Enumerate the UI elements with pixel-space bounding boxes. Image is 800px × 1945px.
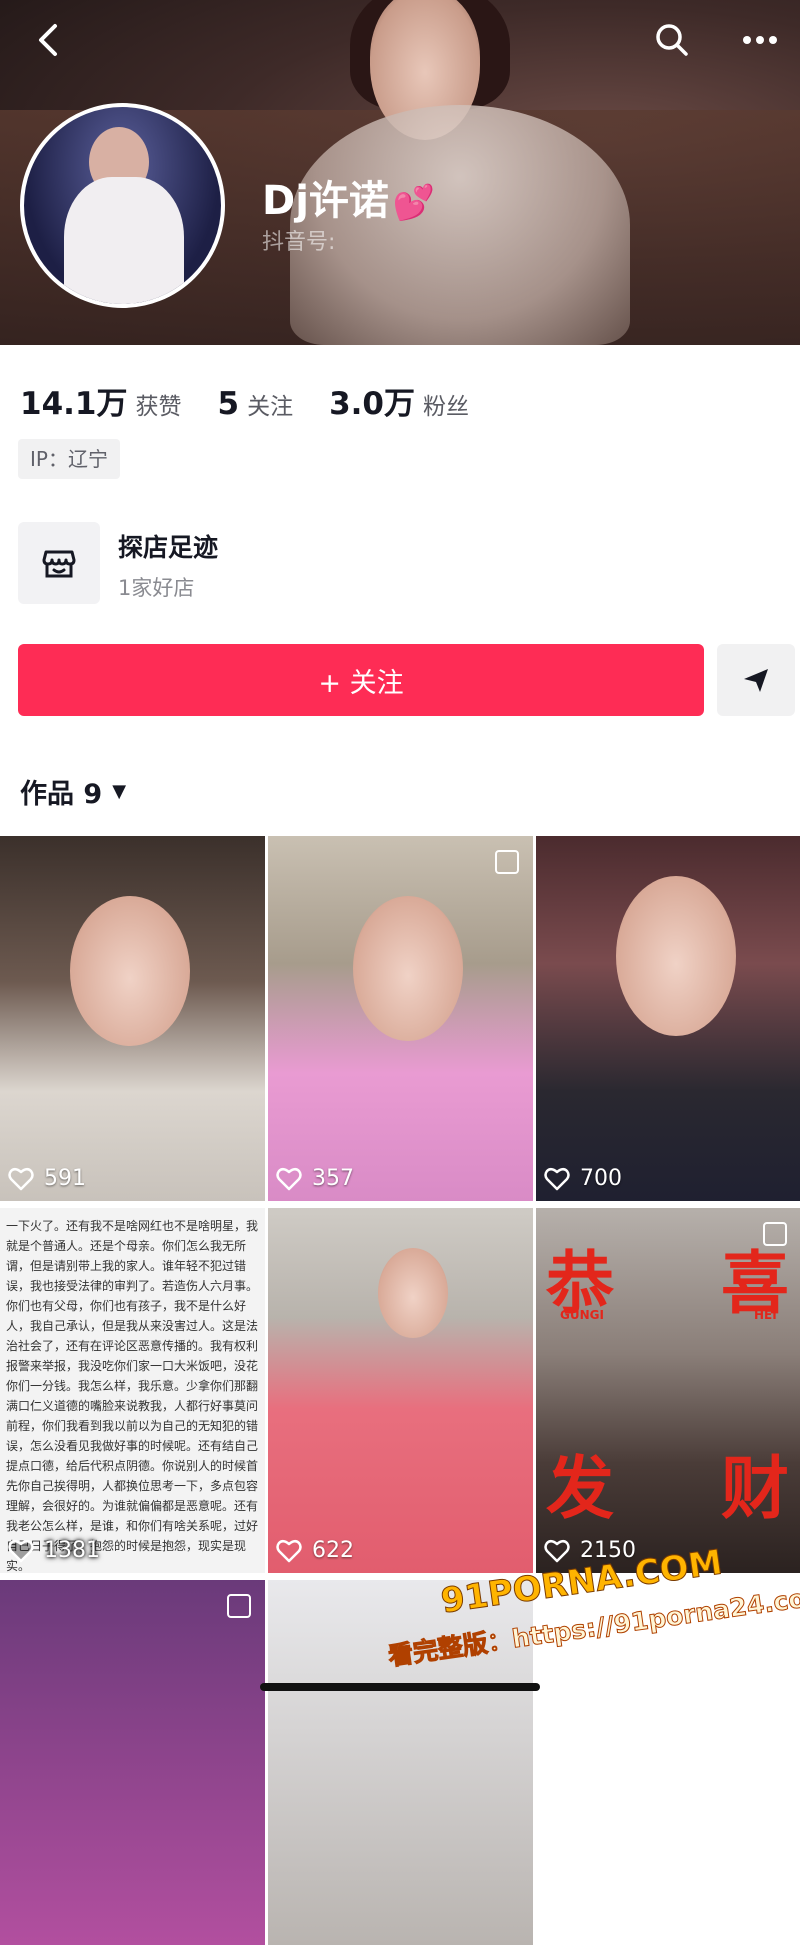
followers-label[interactable]: 粉丝 [423, 387, 469, 421]
work-thumbnail-4[interactable]: 一下火了。还有我不是啥网红也不是啥明星，我就是个普通人。还是个母亲。你们怎么我无… [0, 1208, 265, 1573]
store-icon [18, 522, 100, 604]
following-label[interactable]: 关注 [247, 387, 293, 421]
like-count: 700 [544, 1166, 622, 1191]
festive-char-4: 财 [721, 1449, 790, 1529]
like-count-value: 622 [312, 1538, 354, 1563]
shop-visits-entry[interactable]: 探店足迹 1家好店 [18, 522, 518, 604]
like-count: 1381 [8, 1538, 100, 1563]
like-count-value: 1381 [44, 1538, 100, 1563]
nickname: Dj许诺 💕 [262, 168, 435, 226]
heart-outline-icon [544, 1539, 570, 1562]
work-thumbnail-3[interactable]: 700 [536, 836, 800, 1201]
like-count: 591 [8, 1166, 86, 1191]
share-button[interactable] [717, 644, 795, 716]
thumbnail-face [70, 896, 190, 1046]
works-tab-label: 作品 9 [20, 779, 103, 810]
shop-subtitle: 1家好店 [118, 576, 195, 600]
douyin-id-label: 抖音号: [262, 230, 336, 255]
thumbnail-face [353, 896, 463, 1041]
heart-outline-icon [276, 1539, 302, 1562]
thumbnail-face [378, 1248, 448, 1338]
multi-image-icon [227, 1594, 251, 1618]
likes-count: 14.1万 [20, 386, 128, 422]
heart-outline-icon [8, 1167, 34, 1190]
send-icon [744, 669, 768, 692]
like-count-value: 591 [44, 1166, 86, 1191]
avatar[interactable] [20, 103, 225, 308]
festive-pinyin-1: GUNGI [560, 1308, 604, 1322]
thumbnail-face [616, 876, 736, 1036]
work-thumbnail-2[interactable]: 357 [268, 836, 533, 1201]
likes-label: 获赞 [135, 394, 182, 420]
like-count: 622 [276, 1538, 354, 1563]
ip-location-tag: IP：辽宁 [18, 439, 120, 479]
work-thumbnail-6[interactable]: 恭 喜 GUNGI HEI 发 财 2150 [536, 1208, 800, 1573]
avatar-body [64, 177, 184, 304]
home-indicator[interactable] [260, 1683, 540, 1691]
shop-title: 探店足迹 [118, 533, 219, 562]
heart-outline-icon [8, 1539, 34, 1562]
festive-pinyin-2: HEI [754, 1308, 777, 1322]
caret-down-icon: ▼ [112, 781, 127, 802]
work-thumbnail-7[interactable] [0, 1580, 265, 1945]
like-count: 357 [276, 1166, 354, 1191]
following-count[interactable]: 5 [218, 386, 240, 422]
multi-image-icon [495, 850, 519, 874]
heart-outline-icon [276, 1167, 302, 1190]
like-count-value: 357 [312, 1166, 354, 1191]
text-post-content: 一下火了。还有我不是啥网红也不是啥明星，我就是个普通人。还是个母亲。你们怎么我无… [6, 1219, 259, 1573]
work-thumbnail-1[interactable]: 591 [0, 836, 265, 1201]
works-tab[interactable]: 作品 9 ▼ [20, 772, 126, 811]
followers-count[interactable]: 3.0万 [329, 378, 415, 423]
follow-button[interactable]: + 关注 [18, 644, 704, 716]
back-icon[interactable] [28, 20, 68, 60]
work-thumbnail-5[interactable]: 622 [268, 1208, 533, 1573]
search-icon[interactable] [652, 20, 692, 60]
profile-stats: 14.1万 获赞 5 关注 3.0万 粉丝 [20, 378, 505, 422]
like-count-value: 700 [580, 1166, 622, 1191]
festive-char-3: 发 [546, 1449, 615, 1529]
hearts-emoji-icon: 💕 [392, 183, 436, 223]
heart-outline-icon [544, 1167, 570, 1190]
nickname-text: Dj许诺 [262, 178, 389, 224]
more-icon[interactable] [740, 20, 780, 60]
